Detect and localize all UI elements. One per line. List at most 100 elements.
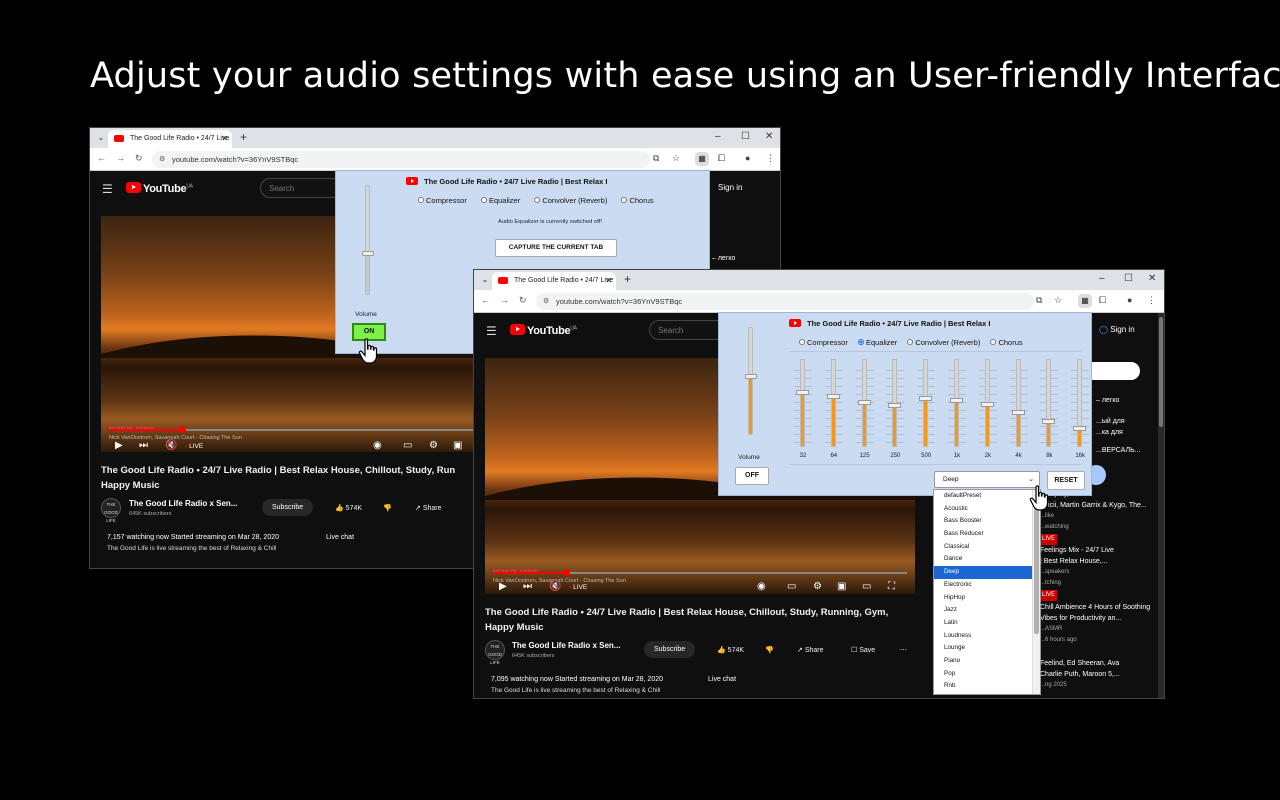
recommendation-item[interactable]: Feelings Mix - 24/7 Live | Best Relax Ho… xyxy=(1040,545,1114,601)
preset-option[interactable]: Acoustic xyxy=(934,503,1040,516)
like-button[interactable]: 👍 574K xyxy=(717,646,744,654)
page-scrollbar[interactable] xyxy=(1158,313,1164,698)
recommendation-item[interactable]: Chill Ambience 4 Hours of Soothing Vibes… xyxy=(1040,602,1150,646)
url-field[interactable]: ⚙ youtube.com/watch?v=36YnV9STBqc xyxy=(536,293,1034,310)
eq-slider-thumb[interactable] xyxy=(980,401,994,407)
dislike-icon[interactable]: 👎 xyxy=(765,646,774,654)
channel-avatar[interactable]: THE GOOD LIFE xyxy=(485,640,505,665)
close-window-icon[interactable]: ✕ xyxy=(1148,273,1156,284)
preset-option[interactable]: HipHop xyxy=(934,592,1040,605)
recommendation-item[interactable]: Coldplay, Avicii, Martin Garrix & Kygo, … xyxy=(1040,489,1147,545)
more-actions-icon[interactable]: ⋯ xyxy=(900,646,907,654)
autoplay-toggle-icon[interactable]: ◉ xyxy=(373,440,382,451)
preset-option[interactable]: Bass Booster xyxy=(934,515,1040,528)
captions-icon[interactable]: ▭ xyxy=(403,440,412,451)
eq-slider-500[interactable] xyxy=(923,359,929,447)
eq-slider-thumb[interactable] xyxy=(950,398,963,404)
next-icon[interactable]: ⏭ xyxy=(523,581,532,592)
mute-icon[interactable]: 🔇 xyxy=(165,440,177,451)
preset-option[interactable]: Lounge xyxy=(934,642,1040,655)
preset-option[interactable]: defaultPreset xyxy=(934,490,1040,503)
mute-icon[interactable]: 🔇 xyxy=(549,581,561,592)
eq-slider-thumb[interactable] xyxy=(826,393,840,399)
eq-slider-thumb[interactable] xyxy=(1011,409,1025,415)
back-icon[interactable]: ← xyxy=(97,153,106,163)
browser-tab[interactable]: The Good Life Radio • 24/7 Live ✕ xyxy=(108,130,232,148)
back-icon[interactable]: ← xyxy=(481,295,490,305)
eq-slider-thumb[interactable] xyxy=(1042,418,1056,424)
miniplayer-icon[interactable]: ▣ xyxy=(837,581,846,592)
eq-slider-thumb[interactable] xyxy=(796,390,809,396)
preset-option[interactable]: Bass Reducer xyxy=(934,528,1040,541)
page-scrollbar-thumb[interactable] xyxy=(1159,317,1163,427)
captions-icon[interactable]: ▭ xyxy=(787,581,796,592)
extensions-icon[interactable]: ⧠ xyxy=(1099,295,1106,306)
forward-icon[interactable]: → xyxy=(500,295,509,305)
preset-option[interactable]: Pop xyxy=(934,668,1040,681)
cast-icon[interactable]: ⧉ xyxy=(653,153,659,164)
channel-avatar[interactable]: THE GOOD LIFE xyxy=(101,498,121,523)
sign-in-button[interactable]: ◯ Sign in xyxy=(1099,325,1135,334)
equalizer-extension-icon[interactable]: ▦ xyxy=(695,152,709,166)
menu-icon[interactable]: ⋮ xyxy=(1147,295,1156,306)
preset-option[interactable]: Classical xyxy=(934,541,1040,554)
site-info-icon[interactable]: ⚙ xyxy=(159,155,165,163)
tab-equalizer[interactable]: Equalizer xyxy=(857,338,897,347)
eq-slider-16k[interactable] xyxy=(1077,359,1083,447)
preset-option[interactable]: Latin xyxy=(934,617,1040,630)
subscribe-button[interactable]: Subscribe xyxy=(644,641,696,658)
share-button[interactable]: ↗ Share xyxy=(797,646,824,654)
tab-chorus[interactable]: Chorus xyxy=(621,196,654,205)
eq-slider-8k[interactable] xyxy=(1046,359,1052,447)
profile-icon[interactable]: ● xyxy=(745,153,750,163)
reload-icon[interactable]: ↻ xyxy=(519,295,527,306)
preset-option[interactable]: Dance xyxy=(934,553,1040,566)
play-icon[interactable]: ▶ xyxy=(499,581,507,592)
tab-equalizer[interactable]: Equalizer xyxy=(480,196,520,205)
preset-option[interactable]: Jazz xyxy=(934,604,1040,617)
subscribe-button[interactable]: Subscribe xyxy=(262,499,314,516)
dislike-icon[interactable]: 👎 xyxy=(383,504,392,512)
channel-name[interactable]: The Good Life Radio x Sen... xyxy=(129,499,237,508)
next-icon[interactable]: ⏭ xyxy=(139,440,148,451)
preset-select[interactable]: Deep ⌄ xyxy=(934,471,1040,488)
tab-compressor[interactable]: Compressor xyxy=(799,338,848,347)
eq-slider-thumb[interactable] xyxy=(857,400,871,406)
site-info-icon[interactable]: ⚙ xyxy=(543,297,549,305)
power-off-button[interactable]: OFF xyxy=(735,467,769,485)
recommendation-item[interactable]: Feelind, Ed Sheeran, Ava Charlie Puth, M… xyxy=(1040,658,1120,691)
search-input[interactable]: Search xyxy=(649,320,729,340)
live-chat-label[interactable]: Live chat xyxy=(708,676,736,683)
theater-mode-icon[interactable]: ▭ xyxy=(862,581,871,592)
youtube-logo[interactable]: YouTubeUA xyxy=(510,324,577,337)
equalizer-extension-icon[interactable]: ▦ xyxy=(1078,294,1092,308)
settings-gear-icon[interactable]: ⚙ xyxy=(429,440,438,451)
sign-in-button[interactable]: Sign in xyxy=(718,183,742,192)
like-button[interactable]: 👍 574K xyxy=(335,504,362,512)
maximize-icon[interactable]: ☐ xyxy=(741,131,750,142)
preset-option[interactable]: Rnb xyxy=(934,680,1040,693)
extensions-icon[interactable]: ⧠ xyxy=(718,153,725,164)
close-tab-icon[interactable]: ✕ xyxy=(221,134,228,143)
live-chat-label[interactable]: Live chat xyxy=(326,534,354,541)
fullscreen-icon[interactable]: ⛶ xyxy=(888,581,895,592)
cast-icon[interactable]: ⧉ xyxy=(1036,295,1042,306)
eq-slider-thumb[interactable] xyxy=(919,395,933,401)
reload-icon[interactable]: ↻ xyxy=(135,153,143,164)
channel-name[interactable]: The Good Life Radio x Sen... xyxy=(512,641,620,650)
eq-slider-thumb[interactable] xyxy=(1073,425,1087,431)
miniplayer-icon[interactable]: ▣ xyxy=(453,440,462,451)
volume-slider[interactable] xyxy=(748,327,753,435)
save-button[interactable]: ☐ Save xyxy=(851,646,875,654)
tab-search-icon[interactable]: ⌄ xyxy=(478,273,492,287)
profile-icon[interactable]: ● xyxy=(1127,295,1132,305)
maximize-icon[interactable]: ☐ xyxy=(1124,273,1133,284)
menu-icon[interactable]: ⋮ xyxy=(766,153,775,164)
preset-option[interactable]: Loudness xyxy=(934,630,1040,643)
tab-chorus[interactable]: Chorus xyxy=(990,338,1023,347)
new-tab-icon[interactable]: + xyxy=(240,130,247,144)
minimize-icon[interactable]: – xyxy=(715,131,721,142)
tab-search-icon[interactable]: ⌄ xyxy=(94,131,108,145)
autoplay-toggle-icon[interactable]: ◉ xyxy=(757,581,766,592)
volume-slider-thumb[interactable] xyxy=(362,251,374,257)
